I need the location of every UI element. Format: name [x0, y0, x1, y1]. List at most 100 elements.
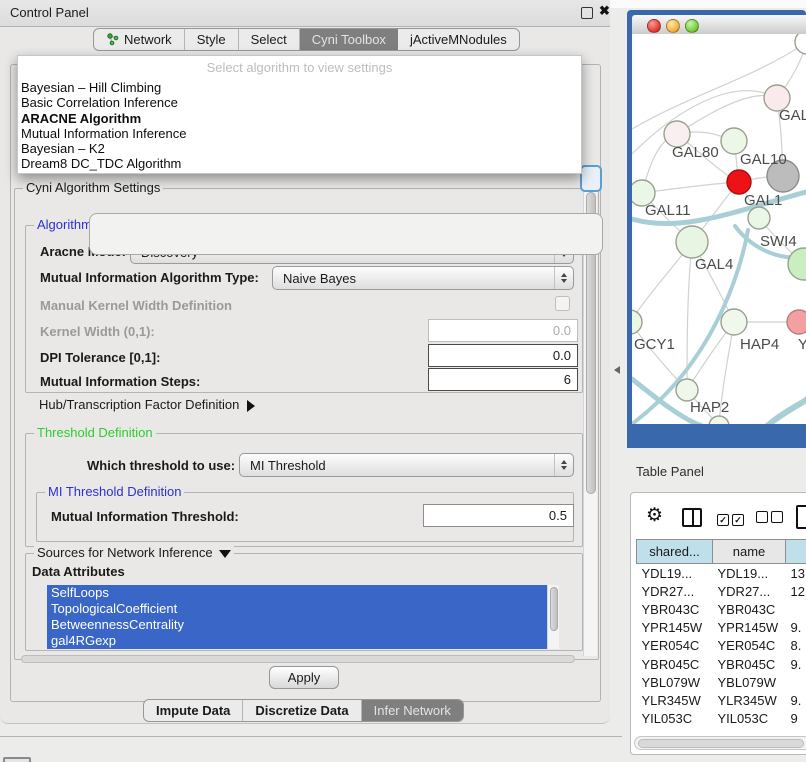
- table-horizontal-scrollbar[interactable]: [634, 736, 806, 750]
- attributes-scrollbar[interactable]: [547, 585, 559, 649]
- collapsed-panel-button[interactable]: [3, 757, 31, 762]
- select-all-columns-icon[interactable]: ✓✓: [717, 511, 744, 526]
- settings-horizontal-scrollbar[interactable]: [19, 653, 581, 664]
- cell: 9.: [786, 619, 806, 637]
- scrollbar-thumb[interactable]: [21, 655, 575, 663]
- cell: 12: [786, 582, 806, 600]
- network-window-titlebar[interactable]: [632, 15, 806, 35]
- mac-zoom-icon[interactable]: [685, 19, 699, 33]
- tab-select[interactable]: Select: [239, 29, 300, 50]
- cell: 8.: [786, 637, 806, 655]
- tab-infer-network[interactable]: Infer Network: [362, 700, 463, 721]
- node-swi4[interactable]: [788, 248, 806, 280]
- hub-factor-expander[interactable]: Hub/Transcription Factor Definition: [39, 397, 255, 412]
- tab-impute-data[interactable]: Impute Data: [144, 700, 243, 721]
- algorithm-option[interactable]: Dream8 DC_TDC Algorithm: [20, 156, 579, 171]
- algorithm-option[interactable]: Bayesian – Hill Climbing: [20, 80, 579, 95]
- scrollbar-thumb[interactable]: [550, 587, 558, 631]
- algorithm-option[interactable]: Bayesian – K2: [20, 141, 579, 156]
- node-gcy1[interactable]: [632, 310, 642, 334]
- gear-icon[interactable]: ⚙: [646, 506, 663, 525]
- attribute-item[interactable]: BetweennessCentrality: [47, 617, 558, 633]
- expander-down-arrow-icon: [219, 550, 231, 558]
- table-row[interactable]: YER054C YER054C 8.: [637, 637, 806, 655]
- column-header-partial[interactable]: [786, 540, 806, 564]
- scrollbar-thumb[interactable]: [638, 739, 804, 748]
- control-panel-tabbar: Network Style Select Cyni Toolbox jActiv…: [93, 28, 520, 51]
- panel-splitter-handle[interactable]: [614, 366, 620, 374]
- tab-impute-data-label: Impute Data: [156, 703, 230, 718]
- settings-vertical-scrollbar[interactable]: [583, 190, 597, 656]
- cell: [786, 600, 806, 618]
- mi-threshold-definition-group: MI Threshold Definition Mutual Informati…: [36, 492, 574, 542]
- tab-discretize-data[interactable]: Discretize Data: [243, 700, 361, 721]
- cell: YDL19...: [713, 564, 786, 583]
- node[interactable]: [795, 34, 806, 54]
- node-hap2[interactable]: [676, 379, 698, 401]
- float-window-icon[interactable]: [581, 7, 593, 19]
- algorithm-dropdown-placeholder: Select algorithm to view settings: [18, 56, 581, 75]
- cell: YER054C: [637, 637, 713, 655]
- manual-kernel-width-label: Manual Kernel Width Definition: [40, 298, 232, 313]
- table-panel-body: ⚙ ✓✓ shared... name YDL19... YDL19...: [630, 492, 806, 755]
- bottom-divider: [0, 736, 622, 737]
- tab-style[interactable]: Style: [185, 29, 239, 50]
- apply-button[interactable]: Apply: [269, 666, 339, 689]
- tab-network[interactable]: Network: [94, 29, 185, 50]
- tab-infer-network-label: Infer Network: [374, 703, 451, 718]
- table-row[interactable]: YDL19... YDL19... 13: [637, 564, 806, 583]
- columns-icon[interactable]: [682, 508, 702, 527]
- network-canvas[interactable]: GAL GAL80 GAL10 GAL1 GAL11 SWI4 GAL4 GCY…: [632, 34, 806, 424]
- table-row[interactable]: YBR043C YBR043C: [637, 600, 806, 618]
- mac-close-icon[interactable]: [647, 19, 661, 33]
- cell: YER054C: [713, 637, 786, 655]
- attribute-item[interactable]: gal4RGexp: [47, 633, 558, 649]
- algorithm-combobox-fragment[interactable]: [580, 165, 602, 192]
- column-header-name[interactable]: name: [713, 540, 786, 564]
- mac-minimize-icon[interactable]: [666, 19, 680, 33]
- node-table: shared... name YDL19... YDL19... 13 YDR2…: [636, 539, 806, 728]
- attribute-item[interactable]: SelfLoops: [47, 585, 558, 601]
- network-view-window: GAL GAL80 GAL10 GAL1 GAL11 SWI4 GAL4 GCY…: [627, 10, 806, 448]
- mi-algorithm-type-value: Naive Bayes: [273, 271, 554, 286]
- cell: YBR045C: [637, 655, 713, 673]
- node-label: GAL11: [645, 202, 691, 219]
- attribute-item[interactable]: TopologicalCoefficient: [47, 601, 558, 617]
- mi-threshold-field[interactable]: 0.5: [423, 504, 574, 527]
- node[interactable]: [748, 207, 770, 229]
- tab-cyni-toolbox[interactable]: Cyni Toolbox: [300, 29, 398, 50]
- table-row[interactable]: YBL079W YBL079W: [637, 673, 806, 691]
- table-row[interactable]: YPR145W YPR145W 9.: [637, 619, 806, 637]
- algorithm-option[interactable]: Mutual Information Inference: [20, 126, 579, 141]
- node-hap4[interactable]: [721, 309, 747, 335]
- kernel-width-field: 0.0: [428, 319, 578, 342]
- which-threshold-combobox[interactable]: MI Threshold: [239, 453, 574, 477]
- tab-jactivemnodules-label: jActiveMNodules: [410, 32, 507, 47]
- table-row[interactable]: YDR27... YDR27... 12: [637, 582, 806, 600]
- dpi-tolerance-field[interactable]: 0.0: [428, 344, 578, 367]
- mi-algorithm-type-combobox[interactable]: Naive Bayes: [272, 266, 574, 290]
- tab-select-label: Select: [251, 32, 287, 47]
- table-row[interactable]: YIL053C YIL053C 9: [637, 710, 806, 728]
- cell: YLR345W: [713, 691, 786, 709]
- node-salmon[interactable]: [787, 310, 806, 334]
- algorithm-option[interactable]: Basic Correlation Inference: [20, 95, 579, 110]
- cell: 9: [786, 710, 806, 728]
- function-builder-icon[interactable]: [796, 505, 806, 529]
- algorithm-option-selected[interactable]: ARACNE Algorithm: [20, 111, 579, 126]
- node-gal1-red[interactable]: [727, 170, 751, 194]
- table-row[interactable]: YBR045C YBR045C 9.: [637, 655, 806, 673]
- tab-jactivemnodules[interactable]: jActiveMNodules: [398, 29, 519, 50]
- control-panel-titlebar: Control Panel ✖: [0, 0, 610, 27]
- mi-steps-field[interactable]: 6: [428, 368, 578, 391]
- mi-algorithm-type-label: Mutual Information Algorithm Type:: [40, 270, 259, 285]
- table-row[interactable]: YLR345W YLR345W 9.: [637, 691, 806, 709]
- node-gal4[interactable]: [676, 226, 708, 258]
- manual-kernel-width-checkbox[interactable]: [555, 296, 570, 311]
- sources-group-title[interactable]: Sources for Network Inference: [34, 545, 234, 560]
- unselect-all-columns-icon[interactable]: [756, 511, 783, 526]
- close-icon[interactable]: ✖: [599, 3, 610, 19]
- screen: Control Panel ✖ Network Style: [0, 0, 806, 762]
- cyni-algorithm-settings-title: Cyni Algorithm Settings: [23, 180, 163, 195]
- column-header-shared[interactable]: shared...: [637, 540, 713, 564]
